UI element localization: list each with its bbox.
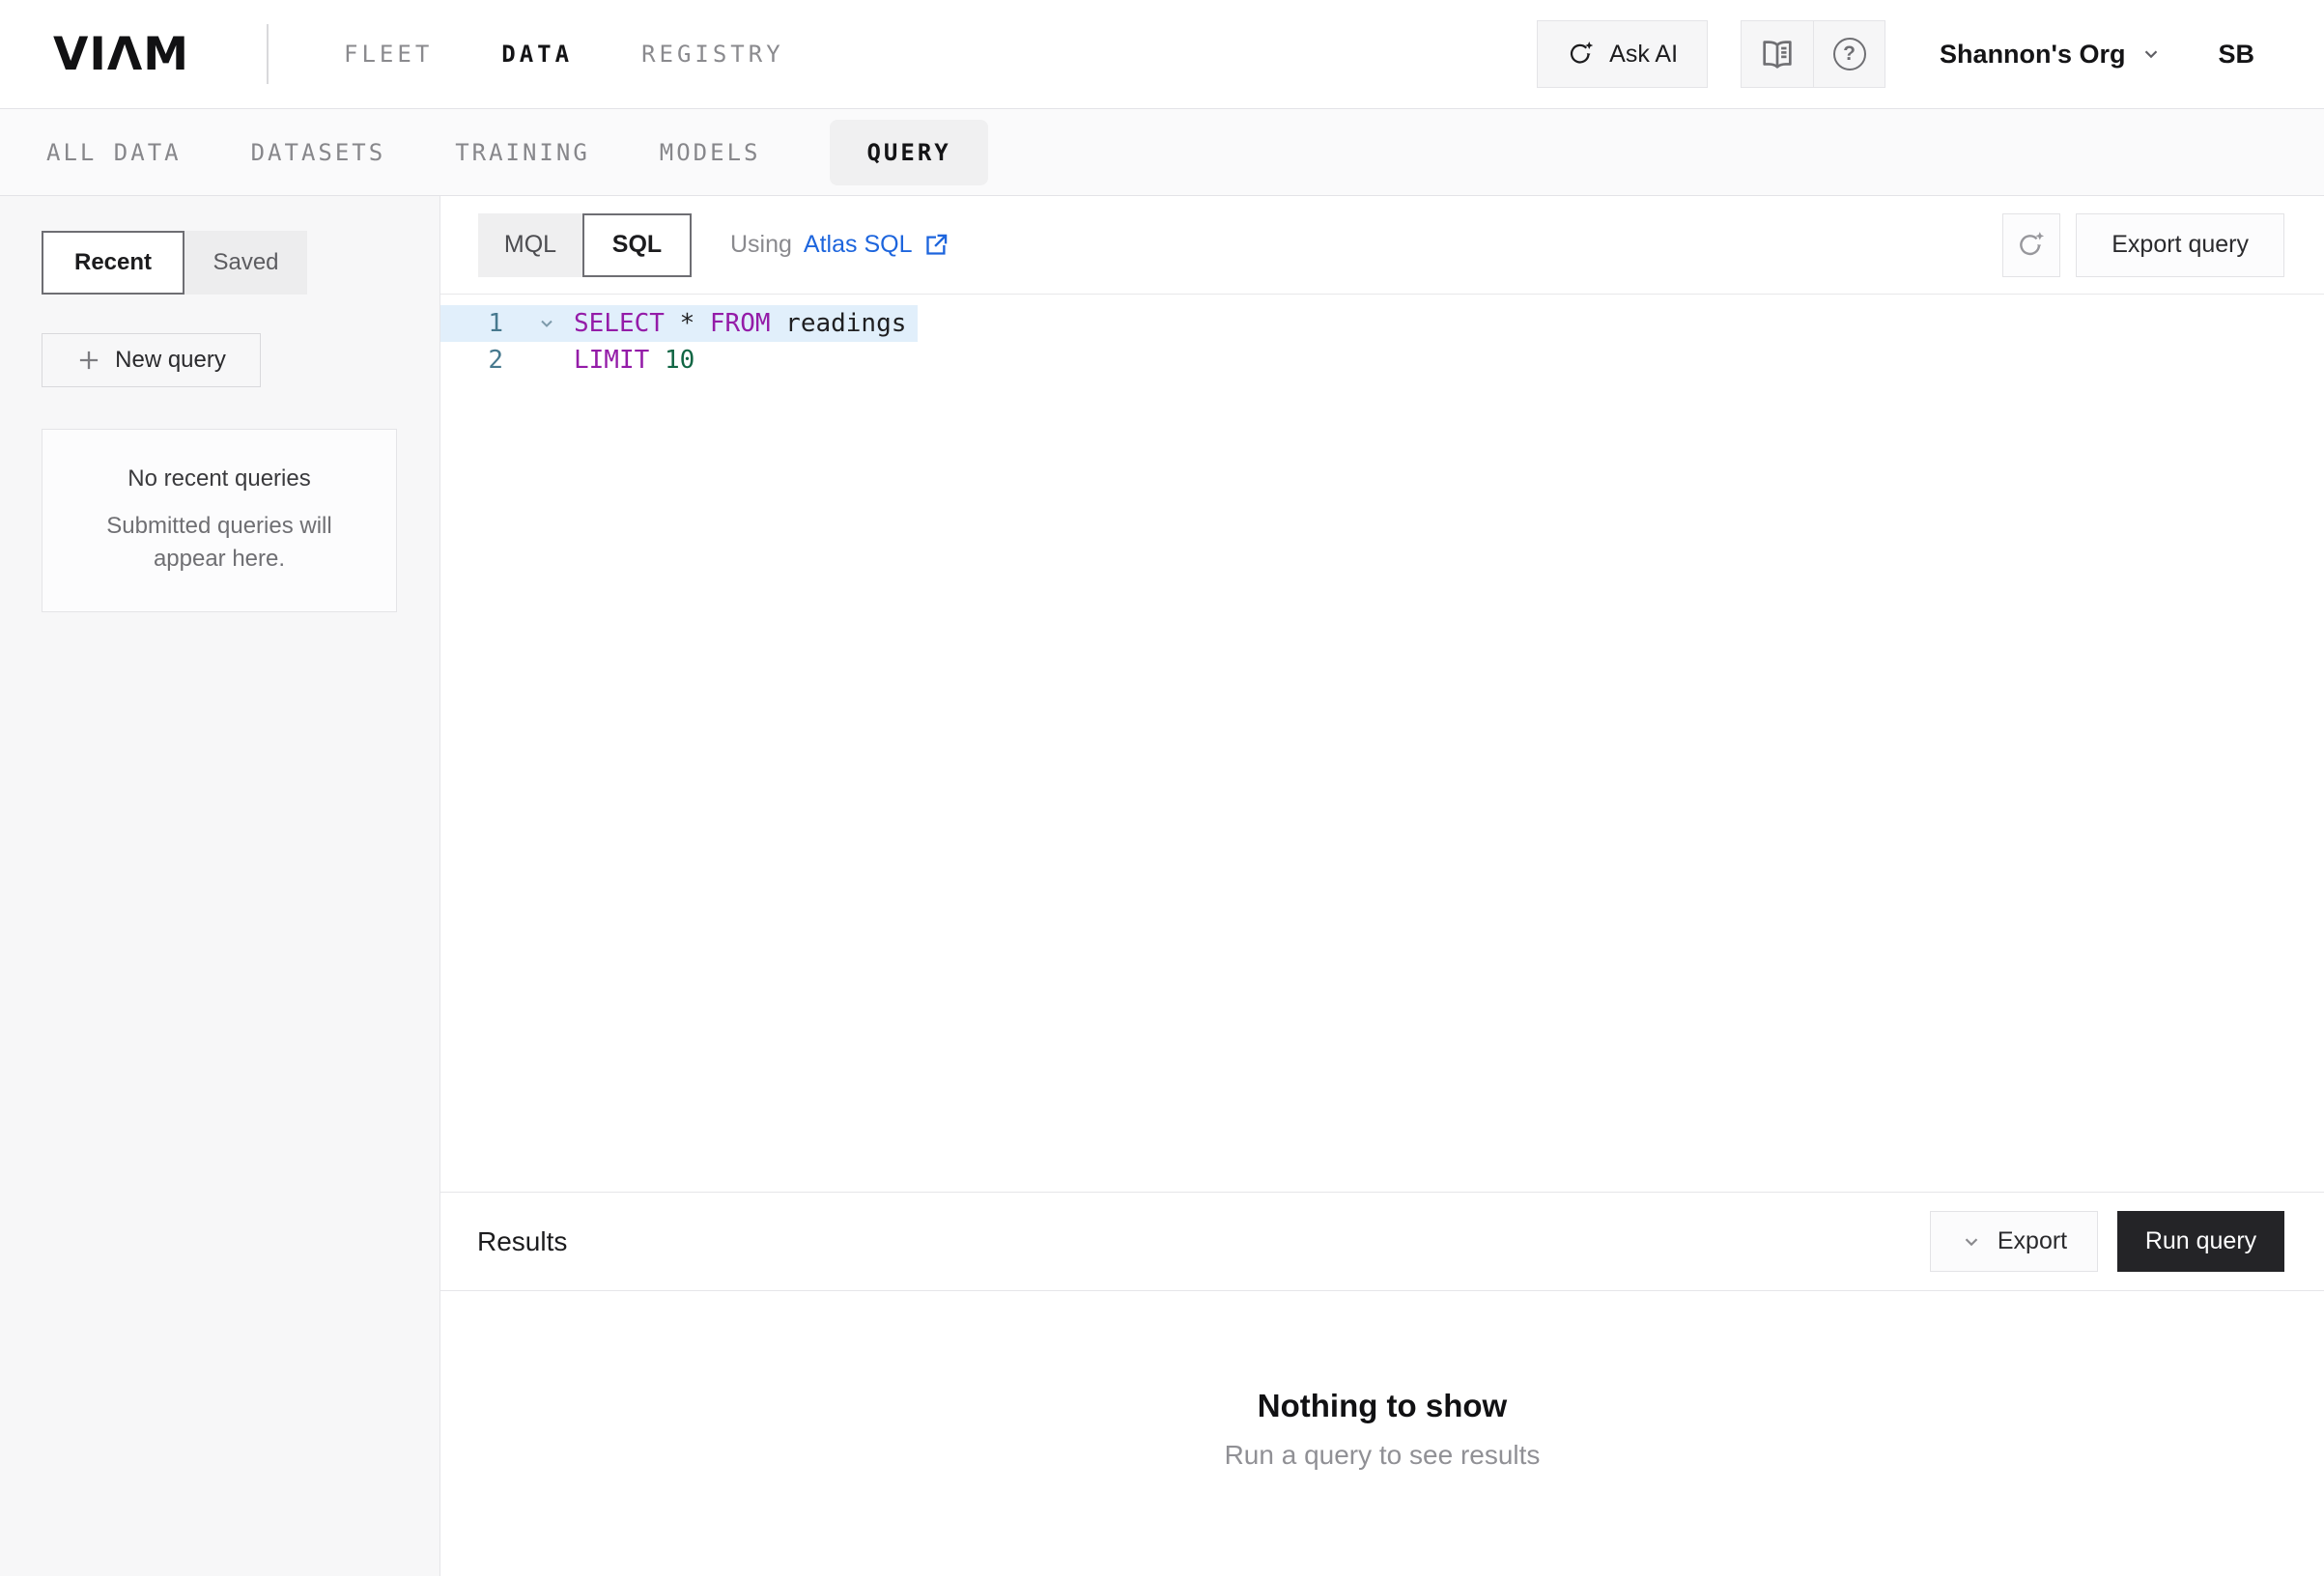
fold-chevron-icon[interactable]	[520, 305, 574, 342]
primary-nav: FLEET DATA REGISTRY	[344, 41, 784, 68]
export-results-button[interactable]: Export	[1930, 1211, 2098, 1272]
new-query-button[interactable]: New query	[42, 333, 261, 387]
code-text: SELECT * FROM readings	[574, 305, 906, 342]
chevron-down-icon	[2140, 43, 2162, 65]
tab-datasets[interactable]: DATASETS	[251, 139, 386, 166]
help-question-icon: ?	[1833, 38, 1866, 70]
ai-sparkle-refresh-icon	[1567, 40, 1596, 69]
fold-spacer	[520, 342, 574, 379]
results-empty-title: Nothing to show	[1258, 1388, 1507, 1424]
org-name: Shannon's Org	[1940, 40, 2125, 70]
help-button[interactable]: ?	[1813, 21, 1885, 87]
ai-regenerate-button[interactable]	[2002, 213, 2060, 277]
docs-button[interactable]	[1742, 21, 1813, 87]
empty-state-title: No recent queries	[128, 465, 310, 492]
code-line: 1 SELECT * FROM readings	[440, 305, 918, 342]
ask-ai-label: Ask AI	[1609, 41, 1678, 69]
results-actions: Export Run query	[1930, 1211, 2284, 1272]
query-main-panel: MQL SQL Using Atlas SQL	[440, 196, 2324, 1576]
export-query-button[interactable]: Export query	[2076, 213, 2284, 277]
nav-item-fleet[interactable]: FLEET	[344, 41, 433, 68]
atlas-sql-link-label: Atlas SQL	[804, 231, 913, 259]
nav-item-registry[interactable]: REGISTRY	[641, 41, 784, 68]
sql-toggle[interactable]: SQL	[582, 213, 692, 277]
sql-code-editor[interactable]: 1 SELECT * FROM readings 2 LIMIT 10	[440, 295, 2324, 1192]
app-header: VIΛM FLEET DATA REGISTRY Ask AI	[0, 0, 2324, 108]
chevron-down-icon	[1961, 1231, 1982, 1252]
results-empty-subtitle: Run a query to see results	[1225, 1440, 1541, 1471]
atlas-sql-link[interactable]: Atlas SQL	[804, 231, 950, 259]
data-section-tabs: ALL DATA DATASETS TRAINING MODELS QUERY	[0, 108, 2324, 196]
saved-tab[interactable]: Saved	[184, 231, 307, 295]
toolbar-right-group: Export query	[2002, 213, 2284, 277]
export-results-label: Export	[1998, 1227, 2067, 1255]
ask-ai-button[interactable]: Ask AI	[1537, 20, 1708, 88]
query-list-toggle: Recent Saved	[42, 231, 398, 295]
line-number: 1	[440, 305, 520, 342]
code-line: 2 LIMIT 10	[440, 342, 706, 379]
book-icon	[1759, 36, 1796, 72]
results-header: Results Export Run query	[440, 1192, 2324, 1291]
viam-logo[interactable]: VIΛM	[53, 28, 189, 81]
plus-icon	[76, 348, 101, 373]
results-empty-state: Nothing to show Run a query to see resul…	[440, 1291, 2324, 1576]
external-link-icon	[923, 232, 949, 258]
header-divider	[267, 24, 269, 84]
query-language-toggle: MQL SQL	[478, 213, 692, 277]
using-label: Using	[730, 231, 792, 259]
nav-item-data[interactable]: DATA	[501, 41, 573, 68]
mql-toggle[interactable]: MQL	[478, 213, 582, 277]
empty-state-subtitle: Submitted queries will appear here.	[79, 510, 359, 576]
tab-all-data[interactable]: ALL DATA	[46, 139, 182, 166]
page-body: Recent Saved New query No recent queries…	[0, 196, 2324, 1576]
tab-training[interactable]: TRAINING	[455, 139, 590, 166]
ai-sparkle-refresh-icon	[2016, 230, 2047, 261]
line-number: 2	[440, 342, 520, 379]
results-title: Results	[477, 1226, 567, 1257]
code-text: LIMIT 10	[574, 342, 694, 379]
query-toolbar: MQL SQL Using Atlas SQL	[440, 196, 2324, 295]
recent-queries-empty-state: No recent queries Submitted queries will…	[42, 429, 397, 612]
help-icon-group: ?	[1741, 20, 1885, 88]
header-right-group: Ask AI ? Shannon's Org	[1537, 20, 2254, 88]
run-query-button[interactable]: Run query	[2117, 1211, 2284, 1272]
user-avatar[interactable]: SB	[2218, 40, 2254, 70]
org-switcher[interactable]: Shannon's Org	[1940, 40, 2162, 70]
new-query-label: New query	[115, 347, 226, 374]
tab-models[interactable]: MODELS	[660, 139, 761, 166]
query-sidebar: Recent Saved New query No recent queries…	[0, 196, 440, 1576]
recent-tab[interactable]: Recent	[42, 231, 184, 295]
using-atlas-sql: Using Atlas SQL	[730, 231, 949, 259]
tab-query[interactable]: QUERY	[830, 120, 987, 185]
